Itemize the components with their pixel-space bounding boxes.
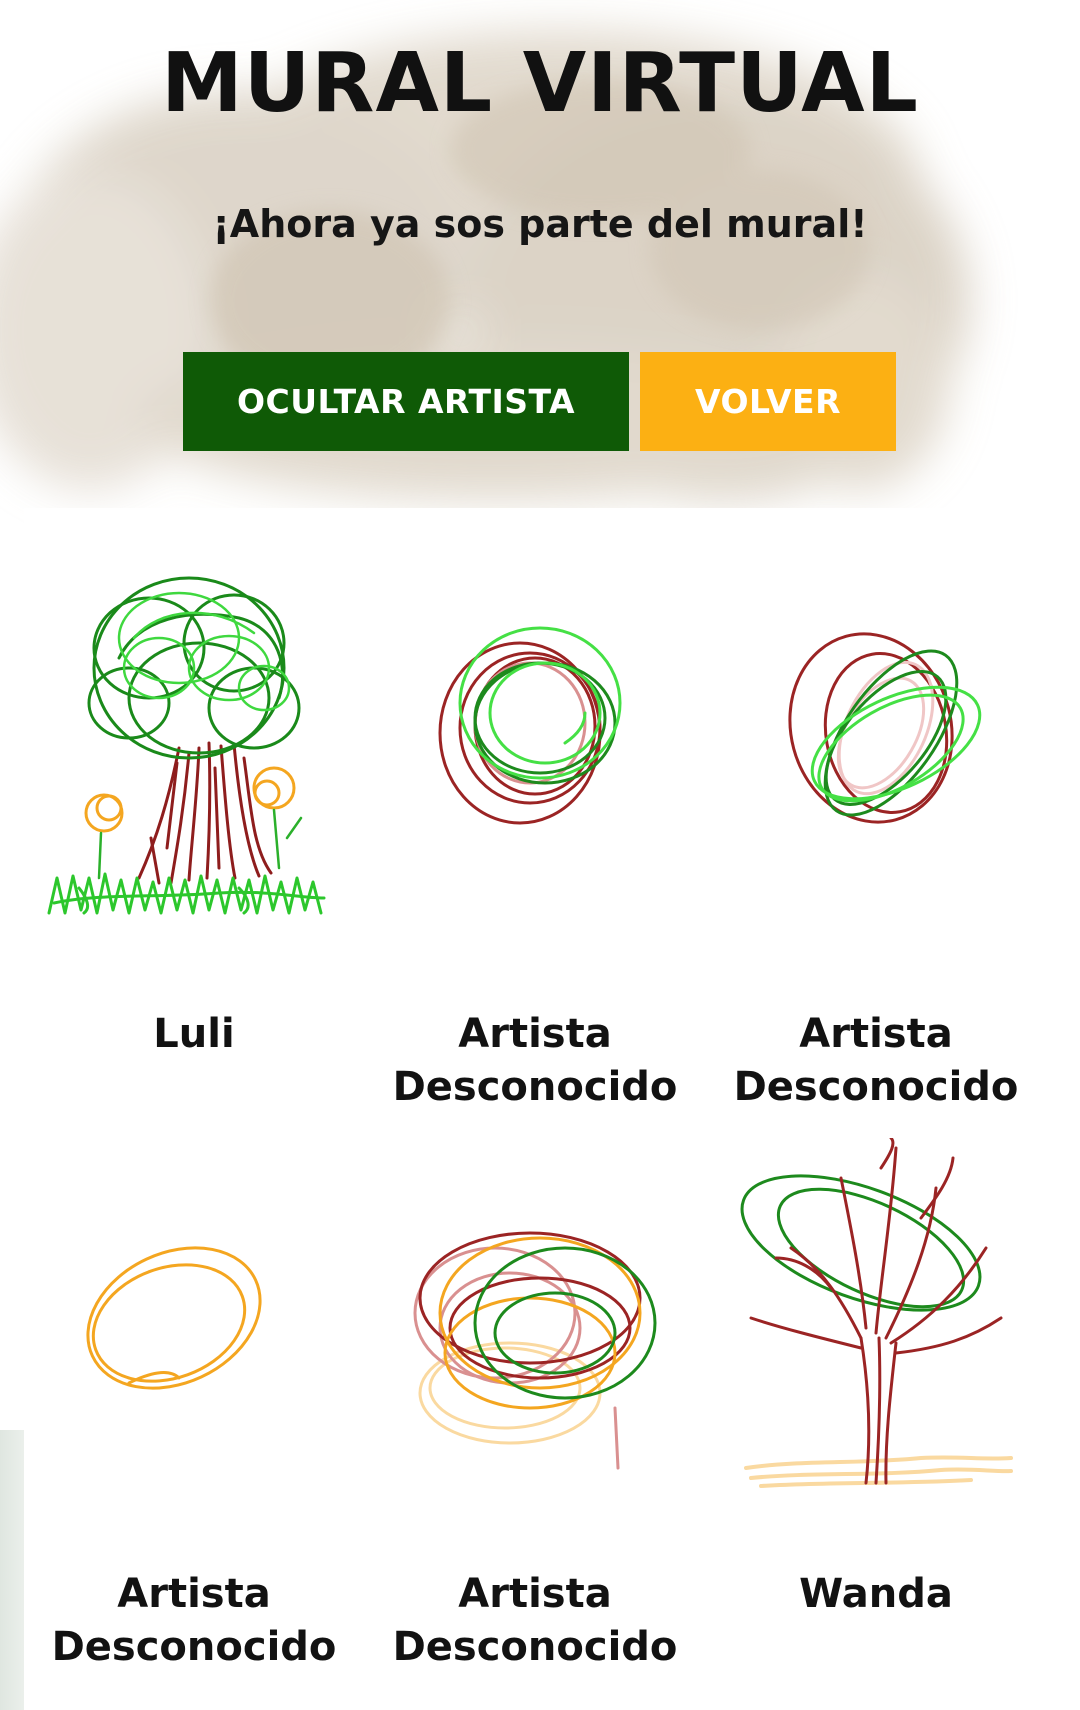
artist-name: Artista Desconocido: [392, 1011, 678, 1110]
mural-grid: Luli Artista Desconocido Artista Descono…: [24, 508, 1080, 1710]
circle-scribble-drawing: [438, 626, 622, 825]
mural-card[interactable]: Luli: [24, 548, 364, 1057]
artist-name: Artista Desconocido: [51, 1571, 337, 1670]
tree-with-flowers-drawing: [47, 576, 326, 915]
artist-name: Artista Desconocido: [392, 1571, 678, 1670]
mural-card[interactable]: Wanda: [706, 1138, 1046, 1617]
artist-name: Artista Desconocido: [733, 1011, 1019, 1110]
page-subtitle: ¡Ahora ya sos parte del mural!: [212, 202, 868, 246]
header: MURAL VIRTUAL ¡Ahora ya sos parte del mu…: [0, 0, 1080, 508]
orange-loop-drawing: [86, 1246, 262, 1390]
bare-tree-drawing: [740, 1138, 1013, 1488]
mural-card[interactable]: Artista Desconocido: [24, 1138, 364, 1670]
back-button[interactable]: VOLVER: [640, 352, 896, 451]
oval-scribble-drawing: [788, 632, 982, 824]
page-title: MURAL VIRTUAL: [161, 36, 919, 131]
artist-name: Luli: [153, 1011, 235, 1057]
multicolor-scribble-drawing: [413, 1231, 657, 1470]
hide-artist-button[interactable]: OCULTAR ARTISTA: [183, 352, 629, 451]
mural-card[interactable]: Artista Desconocido: [706, 548, 1046, 1110]
artist-name: Wanda: [799, 1571, 953, 1617]
mural-card[interactable]: Artista Desconocido: [365, 1138, 705, 1670]
mural-card[interactable]: Artista Desconocido: [365, 548, 705, 1110]
